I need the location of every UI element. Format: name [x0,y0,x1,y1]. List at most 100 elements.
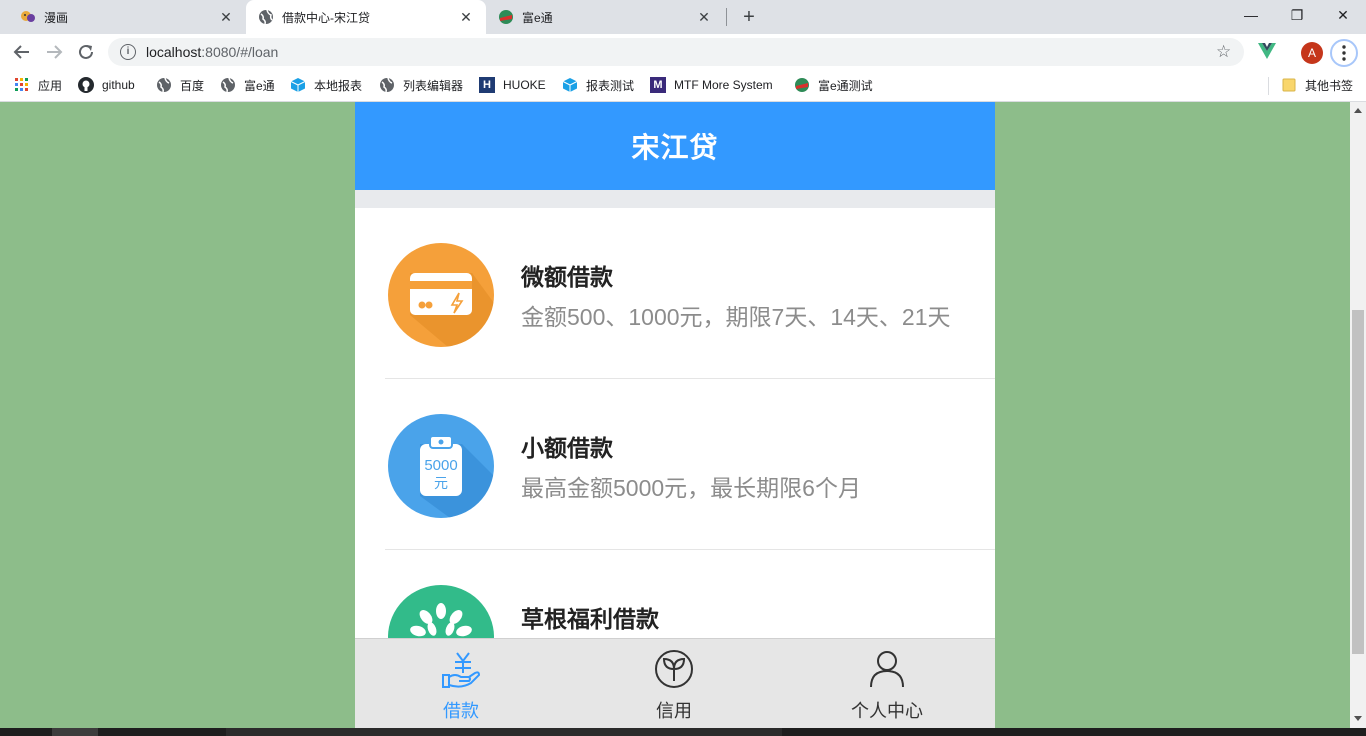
bookmark-label: 其他书签 [1305,78,1354,93]
tab-title: 借款中心-宋江贷 [282,10,370,25]
bookmarks-divider [1268,77,1269,95]
globe-icon [156,77,172,93]
manga-favicon-icon [20,9,36,25]
svg-text:元: 元 [434,476,448,492]
loan-item-micro[interactable]: 微额借款 金额500、1000元，期限7天、14天、21天 [355,208,995,379]
bookmark-other[interactable]: 其他书签 [1281,70,1353,100]
bookmark-fuetong-test[interactable]: 富e通测试 [794,70,873,100]
bookmark-local-report[interactable]: 本地报表 [290,70,362,100]
tab-close-icon[interactable]: ✕ [458,9,474,26]
bookmark-label: 百度 [180,78,205,93]
section-gap [355,190,995,208]
bookmark-github[interactable]: github [78,70,135,100]
url-host: localhost [146,44,202,60]
tab-profile[interactable]: 个人中心 [827,639,947,728]
url-path: :8080/#/loan [201,44,279,60]
tab-loan-center[interactable]: 借款中心-宋江贷 ✕ [246,0,486,34]
address-bar[interactable]: i localhost:8080/#/loan [108,38,1244,66]
tab-fuetong[interactable]: 富e通 ✕ [486,0,724,34]
globe-icon [258,9,274,25]
maximize-button[interactable]: ❐ [1274,0,1320,30]
cube-icon [290,77,306,93]
github-icon [78,77,94,93]
info-icon[interactable]: i [120,44,136,60]
page-title: 宋江贷 [631,132,719,163]
person-icon [867,649,907,689]
clipboard-5000-icon: 5000 元 [388,414,494,518]
reload-icon [79,44,93,59]
bookmarks-bar: 应用 github 百度 富e通 本地报表 列表编辑器 H HUOKE 报表测试 [0,70,1366,102]
bookmark-list-editor[interactable]: 列表编辑器 [379,70,463,100]
bookmark-fuetong[interactable]: 富e通 [220,70,275,100]
scroll-down-icon[interactable] [1354,716,1362,721]
tab-strip: 漫画 ✕ 借款中心-宋江贷 ✕ 富e通 ✕ + — ❐ ✕ [0,0,1366,34]
page-scrollbar[interactable] [1350,102,1366,728]
tab-credit[interactable]: 信用 [614,639,734,728]
browser-toolbar: i localhost:8080/#/loan ☆ A [0,34,1366,70]
bookmark-label: 报表测试 [586,78,635,93]
bookmark-label: 富e通测试 [818,78,873,93]
tab-loan[interactable]: 借款 [401,639,521,728]
app-header: 宋江贷 [355,102,995,190]
bottom-tab-bar: 借款 信用 个人中心 [355,638,995,728]
folder-icon [1281,77,1297,93]
loan-item-small[interactable]: 5000 元 小额借款 最高金额5000元，最长期限6个月 [355,379,995,550]
fuetong-favicon-icon [794,77,810,93]
bookmark-baidu[interactable]: 百度 [156,70,204,100]
bookmark-label: 应用 [38,78,63,93]
loan-name: 草根福利借款 [521,606,659,632]
tab-close-icon[interactable]: ✕ [696,9,712,26]
bookmark-label: 富e通 [244,78,275,93]
loan-name: 小额借款 [521,435,613,461]
bookmark-label: 本地报表 [314,78,363,93]
bookmark-label: github [102,78,135,92]
minimize-button[interactable]: — [1228,0,1274,30]
globe-icon [379,77,395,93]
credit-card-icon [388,243,494,347]
bookmark-label: MTF More System [674,78,773,92]
tab-manhua[interactable]: 漫画 ✕ [8,0,246,34]
svg-text:5000: 5000 [424,457,457,474]
loan-description: 金额500、1000元，期限7天、14天、21天 [521,304,951,330]
cube-icon [562,77,578,93]
new-tab-button[interactable]: + [737,5,761,29]
bookmark-apps[interactable]: 应用 [14,70,62,100]
arrow-right-icon [47,45,63,59]
globe-icon [220,77,236,93]
back-button[interactable] [10,40,34,64]
apps-grid-icon [14,77,30,93]
yuan-hand-icon [441,649,481,689]
scroll-up-icon[interactable] [1354,108,1362,113]
sprout-icon [654,649,694,689]
bookmark-huoke[interactable]: H HUOKE [479,70,546,100]
fuetong-favicon-icon [498,9,514,25]
browser-menu-button[interactable] [1330,39,1358,67]
window-close-button[interactable]: ✕ [1320,0,1366,30]
taskbar-item[interactable] [52,728,98,736]
kebab-menu-icon [1342,45,1346,61]
os-taskbar [0,728,1366,736]
bookmark-mtf[interactable]: M MTF More System [650,70,773,100]
bookmark-star-icon[interactable]: ☆ [1216,42,1231,62]
tab-title: 漫画 [44,10,69,25]
reload-button[interactable] [74,40,98,64]
bookmark-label: HUOKE [503,78,546,92]
forward-button[interactable] [42,40,66,64]
mobile-app: 宋江贷 微额借款 金额500、1000元，期限7天、14天、21天 5000 元… [355,102,995,728]
profile-avatar[interactable]: A [1301,42,1323,64]
tab-label: 个人中心 [851,701,923,721]
tab-label: 借款 [443,701,479,721]
mtf-logo-icon: M [650,77,666,93]
scrollbar-thumb[interactable] [1352,310,1364,654]
vue-devtools-icon[interactable] [1258,43,1276,64]
tab-title: 富e通 [522,10,553,25]
loan-name: 微额借款 [521,264,613,290]
huoke-logo-icon: H [479,77,495,93]
bookmark-report-test[interactable]: 报表测试 [562,70,634,100]
taskbar-item[interactable] [226,728,782,736]
arrow-left-icon [13,45,29,59]
tab-separator [726,8,727,26]
browser-chrome: 漫画 ✕ 借款中心-宋江贷 ✕ 富e通 ✕ + — ❐ ✕ i localhos… [0,0,1366,102]
bookmark-label: 列表编辑器 [403,78,464,93]
tab-close-icon[interactable]: ✕ [218,9,234,26]
